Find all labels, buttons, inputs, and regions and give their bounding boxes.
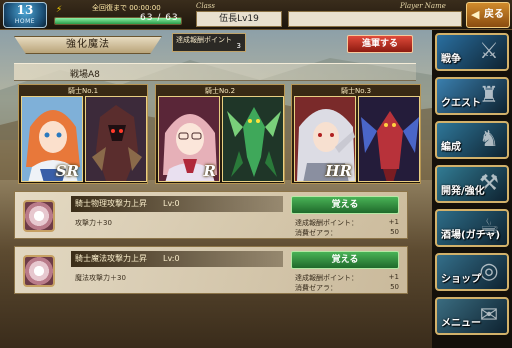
home-label: HOME bbox=[14, 18, 36, 25]
learn-button[interactable]: 覚える bbox=[291, 196, 399, 214]
helmet-icon: ♞ bbox=[479, 127, 499, 152]
page-title: 強化魔法 bbox=[14, 36, 162, 54]
menu-develop-button[interactable]: ⚒ 開発/強化 bbox=[435, 165, 509, 203]
magic-crest-icon bbox=[23, 200, 55, 232]
knight-character-card[interactable]: HR bbox=[294, 96, 356, 182]
knight-summon-card[interactable] bbox=[358, 96, 420, 182]
cost-zeal-label: 消費ゼアラ： bbox=[295, 229, 337, 237]
back-label: 戻る bbox=[484, 9, 504, 20]
knight-slot-label: 騎士No.1 bbox=[67, 87, 99, 95]
menu-menu-button[interactable]: ✉ メニュー bbox=[435, 297, 509, 335]
knight-slot-label: 騎士No.2 bbox=[204, 87, 236, 95]
dark-armored-beast-portrait bbox=[86, 97, 146, 181]
battle-area-strip: 戦場A8 bbox=[14, 63, 416, 81]
magic-crest-icon bbox=[23, 255, 55, 287]
knight-slot-1[interactable]: 騎士No.1 SR bbox=[18, 84, 148, 184]
cost-points-row: 達成報酬ポイント： +1 bbox=[295, 218, 399, 228]
rank-display: 伍長Lv19 bbox=[196, 11, 282, 27]
cost-zeal-value: 50 bbox=[390, 283, 399, 291]
knight-slot-label: 騎士No.3 bbox=[340, 87, 372, 95]
reward-points-box: 達成報酬ポイント 3 bbox=[172, 33, 246, 52]
menu-label: 戦争 bbox=[441, 54, 461, 65]
skill-effect: 魔法攻撃力＋30 bbox=[75, 274, 126, 282]
skill-row: 騎士魔法攻撃力上昇 Lv:0 魔法攻撃力＋30 覚える 達成報酬ポイント： +1… bbox=[14, 246, 408, 294]
cost-zeal-row: 消費ゼアラ： 50 bbox=[295, 228, 399, 238]
cost-zeal-label: 消費ゼアラ： bbox=[295, 284, 337, 292]
cost-points-row: 達成報酬ポイント： +1 bbox=[295, 273, 399, 283]
menu-shop-button[interactable]: ◎ ショップ bbox=[435, 253, 509, 291]
learn-button[interactable]: 覚える bbox=[291, 251, 399, 269]
skill-level: Lv:0 bbox=[163, 254, 180, 263]
menu-formation-button[interactable]: ♞ 編成 bbox=[435, 121, 509, 159]
home-button[interactable]: 13 HOME bbox=[3, 2, 47, 28]
rarity-badge: SR bbox=[55, 162, 79, 180]
reward-points-value: 3 bbox=[236, 42, 241, 50]
stamina-icon: ⚡ bbox=[55, 5, 63, 15]
knight-character-card[interactable]: SR bbox=[21, 96, 83, 182]
knight-slot-2[interactable]: 騎士No.2 R bbox=[155, 84, 285, 184]
cost-points-value: +1 bbox=[388, 218, 399, 226]
back-arrow-icon: ◀ bbox=[471, 8, 480, 21]
player-name-box bbox=[288, 11, 462, 27]
knight-summon-card[interactable] bbox=[222, 96, 284, 182]
menu-quest-button[interactable]: ♜ クエスト bbox=[435, 77, 509, 115]
shield-sword-icon: ⚔ bbox=[479, 39, 499, 64]
full-recovery-time: 全回復まで 00:00:00 bbox=[92, 4, 161, 12]
reward-points-label: 達成報酬ポイント bbox=[176, 36, 232, 44]
knight-summon-card[interactable] bbox=[85, 96, 147, 182]
menu-war-button[interactable]: ⚔ 戦争 bbox=[435, 33, 509, 71]
top-status-bar: 13 HOME ⚡ 全回復まで 00:00:00 63 / 63 Class 伍… bbox=[0, 0, 512, 30]
knight-slot-3[interactable]: 騎士No.3 HR bbox=[291, 84, 421, 184]
cost-zeal-row: 消費ゼアラ： 50 bbox=[295, 283, 399, 293]
rarity-badge: R bbox=[203, 162, 216, 180]
menu-label: ショップ bbox=[441, 274, 481, 285]
menu-tavern-button[interactable]: ☕ 酒場(ガチャ) bbox=[435, 209, 509, 247]
green-mantis-beast-portrait bbox=[223, 97, 283, 181]
menu-label: クエスト bbox=[441, 98, 481, 109]
menu-label: 酒場(ガチャ) bbox=[441, 230, 501, 241]
side-menu: ⚔ 戦争 ♜ クエスト ♞ 編成 ⚒ 開発/強化 ☕ 酒場(ガチャ) ◎ ショッ… bbox=[432, 30, 512, 348]
cost-points-label: 達成報酬ポイント： bbox=[295, 274, 358, 282]
player-level-number: 13 bbox=[16, 3, 34, 17]
class-label: Class bbox=[196, 2, 215, 10]
skill-level: Lv:0 bbox=[163, 199, 180, 208]
menu-label: 編成 bbox=[441, 142, 461, 153]
cost-points-value: +1 bbox=[388, 273, 399, 281]
cost-zeal-value: 50 bbox=[390, 228, 399, 236]
player-name-label: Player Name bbox=[400, 2, 446, 10]
rarity-badge: HR bbox=[325, 162, 352, 180]
skill-row: 騎士物理攻撃力上昇 Lv:0 攻撃力＋30 覚える 達成報酬ポイント： +1 消… bbox=[14, 191, 408, 239]
knight-character-card[interactable]: R bbox=[158, 96, 220, 182]
cost-points-label: 達成報酬ポイント： bbox=[295, 219, 358, 227]
back-button[interactable]: ◀ 戻る bbox=[466, 2, 510, 28]
red-winged-dragon-portrait bbox=[359, 97, 419, 181]
march-button[interactable]: 進軍する bbox=[347, 35, 413, 53]
skill-effect: 攻撃力＋30 bbox=[75, 219, 112, 227]
menu-label: 開発/強化 bbox=[441, 186, 485, 197]
stamina-count: 63 / 63 bbox=[140, 13, 179, 23]
battle-area-name: 戦場A8 bbox=[70, 70, 100, 80]
menu-label: メニュー bbox=[441, 318, 481, 329]
